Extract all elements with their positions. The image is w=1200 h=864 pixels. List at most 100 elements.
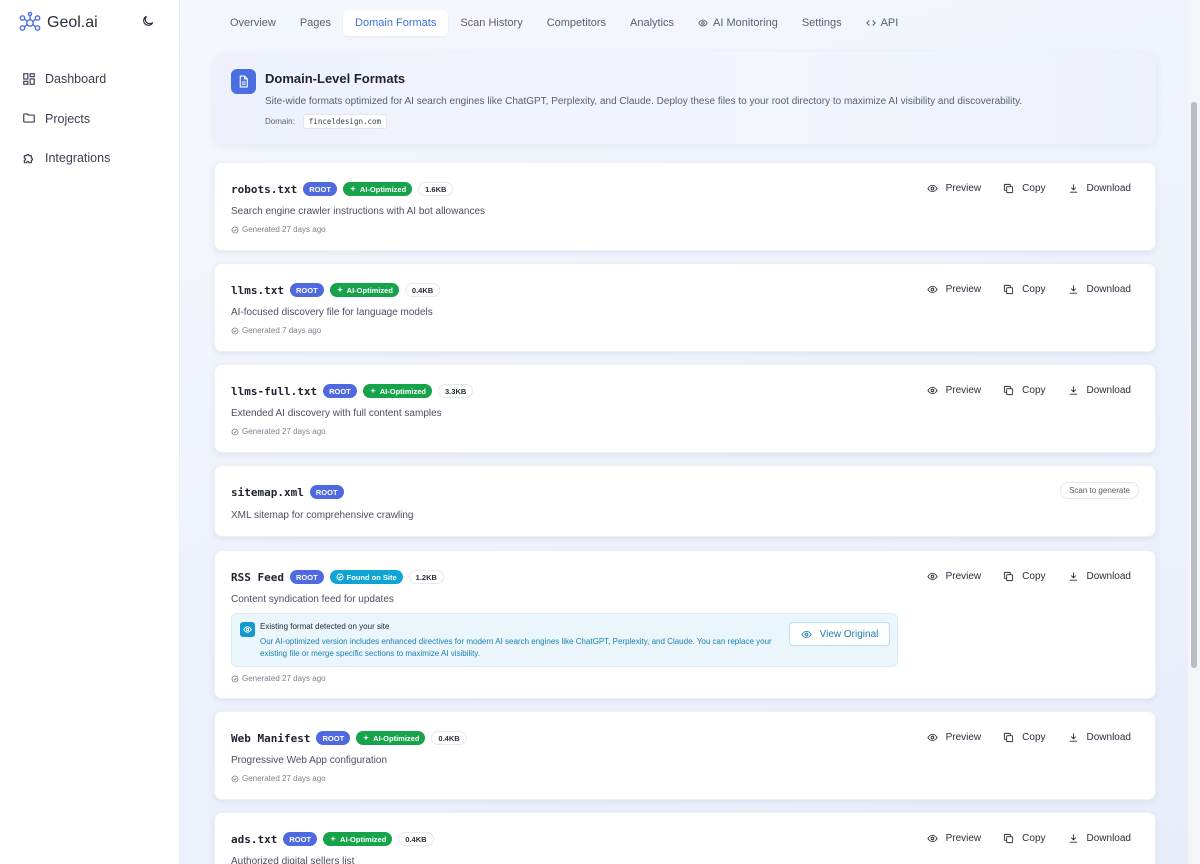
- size-badge: 0.4KB: [431, 731, 467, 745]
- check-circle-icon: [336, 573, 344, 581]
- tab-settings[interactable]: Settings: [790, 10, 854, 36]
- root-badge: ROOT: [283, 832, 318, 846]
- eye-icon: [926, 385, 938, 396]
- copy-button[interactable]: Copy: [1003, 833, 1046, 844]
- file-description: XML sitemap for comprehensive crawling: [231, 510, 414, 521]
- sidebar-item-label: Integrations: [45, 151, 111, 165]
- eye-icon: [926, 183, 938, 194]
- download-button[interactable]: Download: [1068, 183, 1131, 194]
- ai-optimized-badge: AI-Optimized: [342, 182, 413, 196]
- brand-name: Geol.ai: [47, 14, 98, 31]
- preview-button[interactable]: Preview: [926, 732, 981, 743]
- sidebar-item-label: Dashboard: [45, 72, 107, 86]
- generated-time: Generated 7 days ago: [231, 326, 321, 335]
- root-badge: ROOT: [289, 570, 324, 584]
- eye-icon: [926, 833, 938, 844]
- scrollbar-thumb[interactable]: [1191, 102, 1197, 668]
- tab-competitors[interactable]: Competitors: [535, 10, 618, 36]
- download-button[interactable]: Download: [1068, 833, 1131, 844]
- download-button[interactable]: Download: [1068, 732, 1131, 743]
- copy-button[interactable]: Copy: [1003, 385, 1046, 396]
- sidebar-item-dashboard[interactable]: Dashboard: [22, 66, 180, 92]
- file-actions: Preview Copy Download: [905, 732, 1131, 743]
- main-content: Overview Pages Domain Formats Scan Histo…: [180, 0, 1188, 864]
- sidebar-item-projects[interactable]: Projects: [22, 106, 180, 132]
- eye-icon: [926, 284, 938, 295]
- download-button[interactable]: Download: [1068, 385, 1131, 396]
- dashboard-icon: [22, 72, 37, 87]
- download-icon: [1068, 833, 1079, 844]
- download-button[interactable]: Download: [1068, 284, 1131, 295]
- copy-icon: [1003, 284, 1014, 295]
- copy-button[interactable]: Copy: [1003, 571, 1046, 582]
- file-name: Web Manifest ROOT AI-Optimized 0.4KB: [231, 731, 467, 745]
- brand[interactable]: Geol.ai: [18, 10, 98, 36]
- tab-api[interactable]: API: [854, 10, 911, 36]
- copy-button[interactable]: Copy: [1003, 183, 1046, 194]
- check-circle-icon: [231, 675, 239, 683]
- root-badge: ROOT: [316, 731, 351, 745]
- sidebar-item-integrations[interactable]: Integrations: [22, 145, 180, 171]
- found-on-site-badge: Found on Site: [329, 570, 403, 584]
- generated-time: Generated 27 days ago: [231, 427, 326, 436]
- copy-icon: [1003, 385, 1014, 396]
- sparkle-icon: [329, 835, 337, 843]
- page-subtitle: Site-wide formats optimized for AI searc…: [265, 96, 1023, 107]
- preview-button[interactable]: Preview: [926, 571, 981, 582]
- size-badge: 1.2KB: [408, 570, 444, 584]
- view-original-button[interactable]: View Original: [789, 622, 890, 646]
- file-description: Extended AI discovery with full content …: [231, 408, 442, 419]
- size-badge: 1.6KB: [418, 182, 454, 196]
- root-badge: ROOT: [323, 384, 357, 398]
- sidebar-nav: Dashboard Projects Integrations: [0, 66, 180, 185]
- copy-icon: [1003, 183, 1014, 194]
- sparkle-icon: [349, 185, 357, 193]
- notice-body: Our AI-optimized version includes enhanc…: [260, 637, 772, 658]
- file-description: Authorized digital sellers list: [231, 856, 355, 864]
- moon-icon[interactable]: [141, 14, 157, 30]
- scan-to-generate-chip: Scan to generate: [1060, 482, 1139, 499]
- download-icon: [1068, 284, 1079, 295]
- tab-ai-monitoring[interactable]: AI Monitoring: [686, 10, 790, 36]
- size-badge: 0.4KB: [398, 832, 434, 846]
- copy-icon: [1003, 732, 1014, 743]
- preview-button[interactable]: Preview: [926, 284, 981, 295]
- check-circle-icon: [231, 327, 239, 335]
- sidebar: Geol.ai Dashboard Projects Integrations: [0, 0, 180, 864]
- file-card-ads: ads.txt ROOT AI-Optimized 0.4KB Authoriz…: [214, 812, 1156, 864]
- file-actions: Preview Copy Download: [905, 385, 1131, 396]
- file-name: llms.txt ROOT AI-Optimized 0.4KB: [231, 283, 441, 297]
- puzzle-icon: [22, 151, 37, 166]
- download-icon: [1068, 732, 1079, 743]
- domain-label: Domain:: [265, 117, 295, 126]
- ai-optimized-badge: AI-Optimized: [329, 283, 399, 297]
- sparkle-icon: [362, 734, 370, 742]
- preview-button[interactable]: Preview: [926, 833, 981, 844]
- file-description: Content syndication feed for updates: [231, 594, 394, 605]
- copy-button[interactable]: Copy: [1003, 732, 1046, 743]
- file-name: ads.txt ROOT AI-Optimized 0.4KB: [231, 832, 434, 846]
- tab-overview[interactable]: Overview: [218, 10, 288, 36]
- generated-time: Generated 27 days ago: [231, 225, 326, 234]
- preview-button[interactable]: Preview: [926, 385, 981, 396]
- file-card-sitemap: sitemap.xml ROOT XML sitemap for compreh…: [214, 465, 1156, 537]
- scrollbar[interactable]: [1188, 0, 1200, 864]
- preview-button[interactable]: Preview: [926, 183, 981, 194]
- tab-bar: Overview Pages Domain Formats Scan Histo…: [218, 9, 910, 36]
- size-badge: 3.3KB: [438, 384, 474, 398]
- file-actions: Preview Copy Download: [905, 183, 1131, 194]
- download-button[interactable]: Download: [1068, 571, 1131, 582]
- domain-row: Domain: finceldesign.com: [265, 114, 388, 129]
- tab-analytics[interactable]: Analytics: [618, 10, 686, 36]
- file-card-llms-full: llms-full.txt ROOT AI-Optimized 3.3KB Ex…: [214, 364, 1156, 453]
- tab-pages[interactable]: Pages: [288, 10, 343, 36]
- tab-scan-history[interactable]: Scan History: [448, 10, 534, 36]
- eye-icon: [801, 629, 812, 640]
- file-actions: Preview Copy Download: [905, 284, 1131, 295]
- eye-icon: [926, 732, 938, 743]
- copy-button[interactable]: Copy: [1003, 284, 1046, 295]
- ai-optimized-badge: AI-Optimized: [323, 832, 393, 846]
- size-badge: 0.4KB: [404, 283, 441, 297]
- domain-value: finceldesign.com: [302, 114, 388, 129]
- tab-domain-formats[interactable]: Domain Formats: [343, 9, 449, 36]
